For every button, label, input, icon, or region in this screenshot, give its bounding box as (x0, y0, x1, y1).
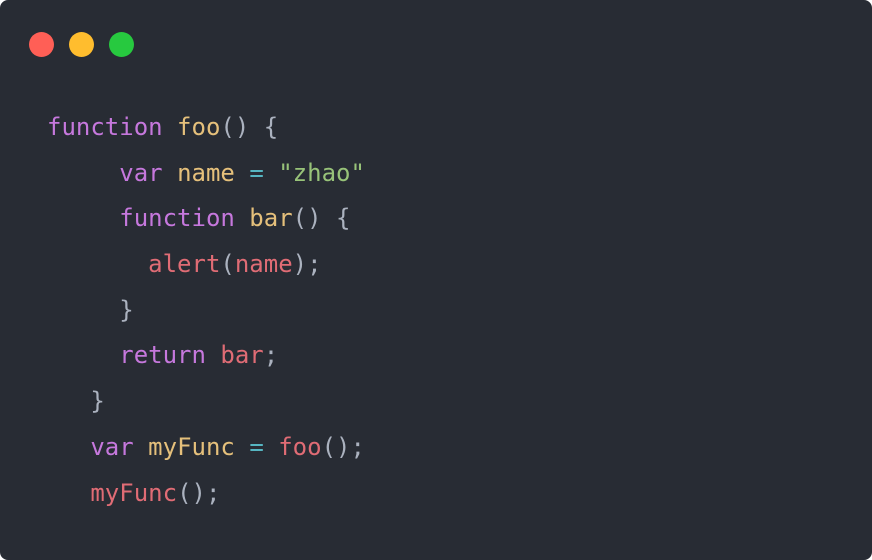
window-controls (29, 32, 134, 57)
code-token-punc: ; (263, 341, 279, 370)
code-token-call: alert (148, 250, 221, 279)
code-token-var: name (177, 158, 235, 187)
code-token-punc (235, 159, 249, 187)
code-token-kw: function (47, 113, 163, 141)
code-line: } (47, 379, 365, 425)
code-token-punc (163, 113, 177, 141)
code-token-call: foo (278, 432, 322, 461)
code-line: function bar() { (47, 196, 365, 242)
code-token-punc: } (119, 295, 134, 324)
code-token-str: "zhao" (278, 158, 365, 187)
code-token-punc (264, 433, 278, 461)
code-token-call: myFunc (90, 478, 178, 507)
code-line: function foo() { (47, 105, 365, 151)
code-token-punc (235, 433, 249, 461)
close-icon[interactable] (29, 32, 54, 57)
code-token-call: name (234, 250, 293, 279)
code-line: myFunc(); (47, 471, 365, 517)
code-token-punc: } (90, 387, 105, 416)
code-token-punc: (); (321, 432, 365, 461)
code-block: function foo() { var name = "zhao" funct… (47, 105, 365, 516)
code-token-punc (134, 433, 148, 461)
code-token-punc: (); (177, 478, 221, 507)
code-token-punc (235, 204, 249, 232)
code-token-kw: return (119, 341, 206, 370)
code-line: var name = "zhao" (47, 151, 365, 197)
code-token-punc: ); (292, 250, 322, 279)
code-token-fn: foo (177, 113, 221, 141)
code-token-op: = (249, 158, 264, 187)
code-token-punc (264, 159, 278, 187)
code-token-punc: () { (220, 113, 279, 141)
code-line: alert(name); (47, 242, 365, 288)
maximize-icon[interactable] (109, 32, 134, 57)
code-token-punc (206, 341, 220, 369)
code-token-punc: () { (292, 204, 351, 233)
code-line: return bar; (47, 333, 365, 379)
code-token-kw: var (90, 432, 134, 461)
code-token-var: myFunc (148, 432, 235, 461)
code-token-op: = (249, 432, 264, 461)
code-line: } (47, 288, 365, 334)
code-token-punc: ( (220, 250, 235, 279)
code-token-kw: var (119, 158, 163, 187)
code-line: var myFunc = foo(); (47, 425, 365, 471)
minimize-icon[interactable] (69, 32, 94, 57)
code-token-punc (163, 159, 177, 187)
code-token-call: bar (220, 341, 264, 370)
code-token-fn: bar (249, 204, 293, 233)
code-token-kw: function (119, 204, 235, 233)
code-window: function foo() { var name = "zhao" funct… (0, 0, 872, 560)
